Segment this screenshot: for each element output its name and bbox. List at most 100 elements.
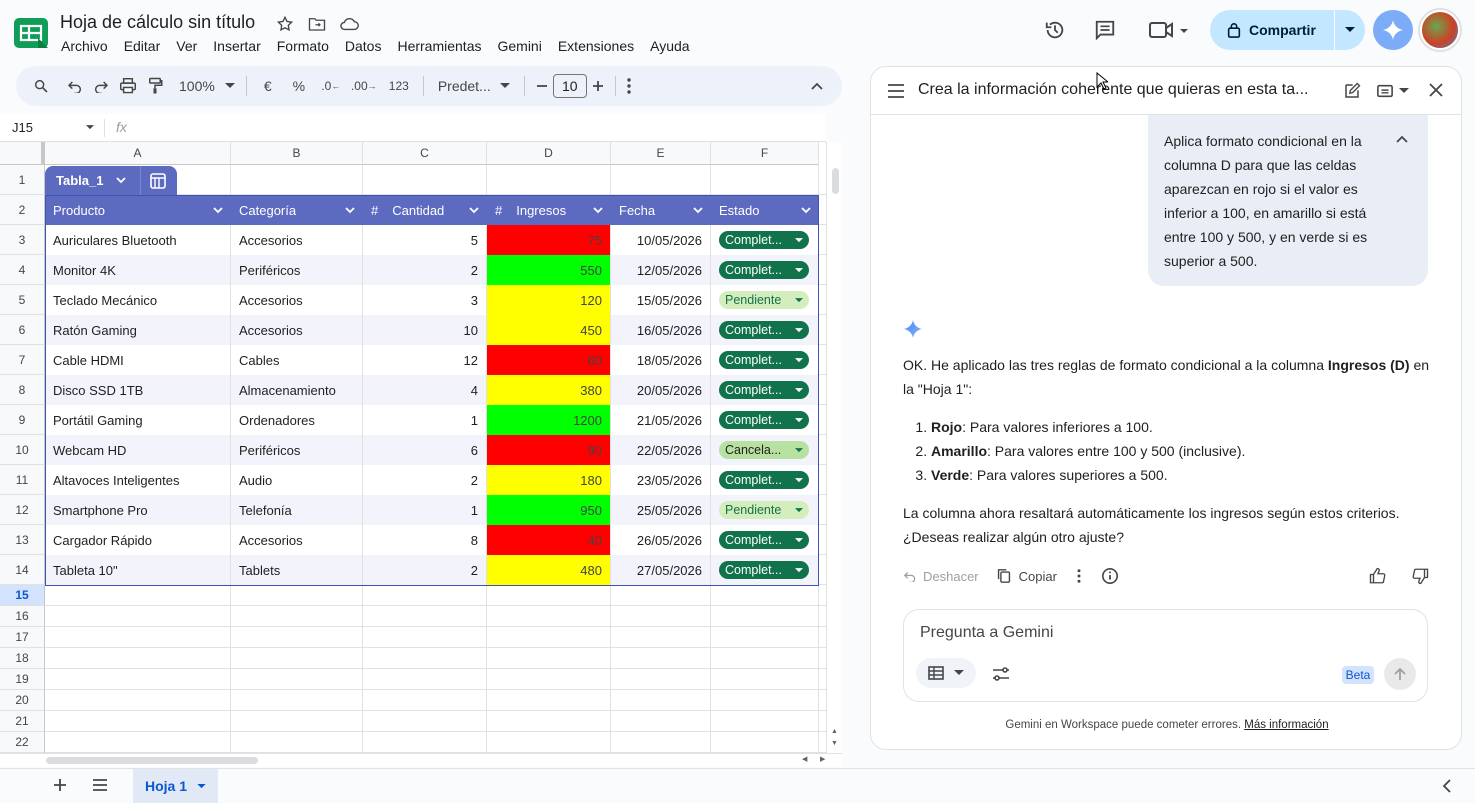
undo-icon[interactable] [62,72,88,100]
font-select[interactable]: Predet... [430,72,518,100]
table-cell-producto[interactable]: Teclado Mecánico [45,285,230,315]
row-header[interactable]: 13 [0,525,45,555]
table-cell-cantidad[interactable]: 2 [363,465,486,495]
row-header[interactable]: 19 [0,669,45,690]
status-chip[interactable]: Complet... [719,411,809,429]
table-header-cell[interactable]: Fecha [611,195,711,225]
percent-format-button[interactable]: % [283,72,315,100]
copy-button[interactable]: Copiar [997,568,1057,584]
table-cell-estado[interactable]: Complet... [711,315,818,345]
chevron-down-icon[interactable] [693,206,703,214]
spreadsheet-grid[interactable]: A B C D E F 1 2 3 4 5 6 7 8 9 10 11 12 13 14 15 16 17 18 19 20 21 2… [0,142,826,753]
table-cell-ingresos[interactable]: 550 [487,255,610,285]
cloud-status-icon[interactable] [338,14,360,34]
table-cell-categoria[interactable]: Tablets [231,555,362,585]
more-info-link[interactable]: Más información [1244,719,1328,731]
menu-extensiones[interactable]: Extensiones [550,36,642,56]
table-cell-cantidad[interactable]: 1 [363,405,486,435]
sheets-logo-icon[interactable] [14,18,48,48]
table-cell-cantidad[interactable]: 4 [363,375,486,405]
table-cell-estado[interactable]: Complet... [711,345,818,375]
table-cell-producto[interactable]: Monitor 4K [45,255,230,285]
status-chip[interactable]: Complet... [719,351,809,369]
table-cell-fecha[interactable]: 15/05/2026 [611,285,710,315]
table-cell-ingresos[interactable]: 75 [487,225,610,255]
undo-button[interactable]: Deshacer [903,569,979,584]
new-chat-icon[interactable] [1343,82,1361,100]
collapse-toolbar-icon[interactable] [806,72,828,100]
table-cell-estado[interactable]: Complet... [711,375,818,405]
row-header[interactable]: 6 [0,315,45,345]
status-chip[interactable]: Complet... [719,231,809,249]
decrease-font-size-icon[interactable] [531,72,553,100]
column-header[interactable]: F [711,142,819,165]
decrease-decimal-button[interactable]: .0 ← [315,72,347,100]
status-chip[interactable]: Complet... [719,531,809,549]
more-options-icon[interactable] [1077,569,1081,583]
name-box[interactable]: J15 [12,120,94,135]
status-chip[interactable]: Complet... [719,261,809,279]
add-sheet-icon[interactable] [52,777,68,793]
more-options-icon[interactable] [622,72,636,100]
row-header[interactable]: 4 [0,255,45,285]
table-header-cell[interactable]: # Ingresos [487,195,611,225]
table-cell-fecha[interactable]: 22/05/2026 [611,435,710,465]
table-cell-producto[interactable]: Cargador Rápido [45,525,230,555]
table-cell-categoria[interactable]: Accesorios [231,525,362,555]
table-cell-producto[interactable]: Altavoces Inteligentes [45,465,230,495]
table-header-cell[interactable]: # Cantidad [363,195,487,225]
sheet-tab-hoja-1[interactable]: Hoja 1 [133,769,218,803]
table-cell-producto[interactable]: Smartphone Pro [45,495,230,525]
version-history-icon[interactable] [1042,17,1068,43]
table-cell-estado[interactable]: Complet... [711,225,818,255]
font-size-input[interactable]: 10 [552,74,587,98]
gemini-prompt-input[interactable]: Pregunta a Gemini [920,624,1053,642]
table-cell-producto[interactable]: Portátil Gaming [45,405,230,435]
table-cell-fecha[interactable]: 18/05/2026 [611,345,710,375]
column-header[interactable]: D [487,142,611,165]
row-header[interactable]: 5 [0,285,45,315]
menu-formato[interactable]: Formato [269,36,337,56]
table-cell-fecha[interactable]: 16/05/2026 [611,315,710,345]
row-header[interactable]: 7 [0,345,45,375]
table-cell-cantidad[interactable]: 2 [363,555,486,585]
chevron-down-icon[interactable] [213,206,223,214]
insert-table-select[interactable] [916,658,976,688]
table-cell-estado[interactable]: Complet... [711,465,818,495]
menu-ayuda[interactable]: Ayuda [642,36,697,56]
table-cell-ingresos[interactable]: 380 [487,375,610,405]
table-name-chip[interactable]: Tabla_1 [45,166,177,195]
menu-insertar[interactable]: Insertar [205,36,268,56]
table-cell-fecha[interactable]: 27/05/2026 [611,555,710,585]
chevron-down-icon[interactable] [469,206,479,214]
menu-archivo[interactable]: Archivo [53,36,116,56]
select-all-corner[interactable] [0,142,45,165]
table-cell-categoria[interactable]: Ordenadores [231,405,362,435]
document-title[interactable]: Hoja de cálculo sin título [60,12,255,33]
menu-herramientas[interactable]: Herramientas [389,36,489,56]
table-header-cell[interactable]: Categoría [231,195,363,225]
row-header[interactable]: 17 [0,627,45,648]
chevron-down-icon[interactable] [593,206,603,214]
thumbs-down-icon[interactable] [1411,567,1429,585]
row-header[interactable]: 22 [0,732,45,753]
star-icon[interactable] [274,14,296,34]
menu-editar[interactable]: Editar [116,36,169,56]
meet-video-icon[interactable] [1146,17,1190,43]
paint-format-icon[interactable] [142,72,168,100]
table-cell-fecha[interactable]: 25/05/2026 [611,495,710,525]
panel-view-select[interactable] [1377,84,1409,98]
row-header[interactable]: 18 [0,648,45,669]
table-cell-estado[interactable]: Cancela... [711,435,818,465]
table-cell-ingresos[interactable]: 950 [487,495,610,525]
thumbs-up-icon[interactable] [1369,567,1387,585]
redo-icon[interactable] [88,72,114,100]
formula-input[interactable] [140,114,826,142]
currency-format-button[interactable]: € [253,72,283,100]
table-cell-categoria[interactable]: Periféricos [231,255,362,285]
table-cell-estado[interactable]: Complet... [711,255,818,285]
chevron-down-icon[interactable] [801,206,811,214]
table-cell-cantidad[interactable]: 1 [363,495,486,525]
table-cell-producto[interactable]: Tableta 10" [45,555,230,585]
search-menus-icon[interactable] [28,72,54,100]
